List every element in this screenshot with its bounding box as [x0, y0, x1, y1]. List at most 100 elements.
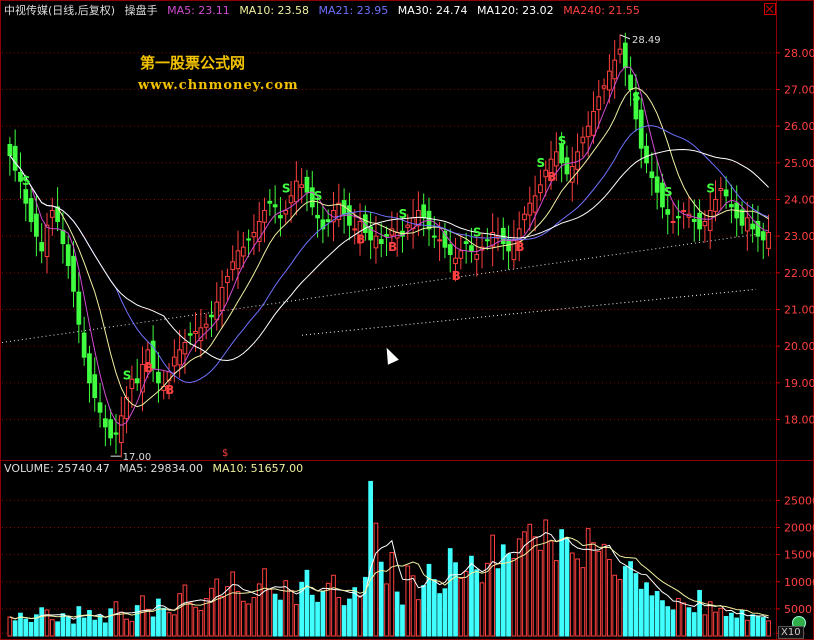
candle	[601, 85, 607, 89]
volume-bar	[723, 615, 729, 637]
annotation-label: 28.49	[632, 35, 661, 46]
sell-signal: S	[123, 369, 132, 383]
volume-bar	[315, 601, 320, 637]
volume-bar	[39, 607, 45, 637]
volume-bar	[12, 620, 18, 637]
candle	[580, 136, 586, 144]
buy-signal: B	[165, 383, 174, 397]
buy-signal: B	[388, 240, 397, 254]
candle	[649, 171, 655, 179]
tool-name: 操盘手	[124, 4, 158, 17]
candle	[283, 210, 289, 215]
price-tick-label: 26.00	[784, 120, 814, 133]
price-tick-label: 27.00	[784, 84, 814, 97]
ma21-label: MA21: 23.95	[318, 4, 389, 17]
volume-bar	[538, 549, 543, 637]
volume-bar	[134, 605, 140, 637]
candle	[431, 235, 437, 238]
candle	[522, 213, 527, 221]
candle	[564, 157, 570, 175]
volume-bar	[7, 616, 13, 637]
candle	[718, 188, 724, 191]
candle	[469, 245, 474, 252]
volume-bar	[267, 588, 273, 637]
volume-bar	[713, 611, 718, 637]
volume-bar	[288, 589, 294, 637]
candle	[60, 229, 66, 244]
price-tick-label: 24.00	[784, 194, 814, 207]
volume-bar	[490, 534, 496, 637]
candle	[739, 209, 745, 226]
volume-bar	[649, 595, 655, 637]
volume-bar	[320, 590, 326, 637]
volume-bar	[389, 551, 395, 637]
volume-bar	[564, 537, 570, 637]
candle	[702, 221, 708, 227]
volume-bar	[479, 582, 485, 637]
candle	[97, 402, 103, 413]
candle	[644, 145, 649, 164]
candle	[315, 214, 320, 219]
volume-bar	[686, 607, 692, 637]
volume-bar	[49, 619, 55, 637]
volume-tick-label: 10000	[784, 576, 814, 589]
volume-tick-label: 20000	[784, 522, 814, 535]
volume-bar	[469, 555, 474, 637]
volume-bar	[431, 579, 437, 637]
volume-tick-label: 5000	[784, 603, 812, 616]
volume-bar	[394, 591, 400, 637]
volume-bar	[177, 593, 182, 637]
volume-bar	[161, 607, 167, 637]
volume-bar	[601, 543, 607, 637]
candle	[134, 378, 140, 384]
candle	[437, 239, 442, 242]
buy-signal: B	[144, 361, 153, 375]
volume-bar	[633, 573, 639, 637]
candle	[240, 246, 246, 257]
candle	[12, 145, 18, 171]
volume-bar	[87, 610, 92, 637]
candle	[617, 48, 623, 55]
price-tick-label: 22.00	[784, 267, 814, 280]
candle	[463, 241, 469, 245]
zoom-x10-button[interactable]: X10	[778, 626, 804, 639]
price-tick-label: 18.00	[784, 414, 814, 427]
volume-bar	[378, 561, 384, 637]
volume-bar	[23, 618, 29, 637]
candle	[453, 257, 458, 265]
volume-bar	[304, 569, 310, 637]
volume-bar	[230, 571, 236, 637]
price-tick-label: 19.00	[784, 377, 814, 390]
candle	[272, 204, 278, 208]
volume-bar	[400, 604, 405, 637]
volume-bar	[219, 595, 225, 637]
ma120-label: MA120: 23.02	[476, 4, 554, 17]
candle	[177, 349, 182, 366]
stock-name: 中视传媒(日线,后复权)	[4, 4, 116, 17]
volume-bar	[755, 615, 761, 637]
candle	[230, 261, 236, 271]
volume-bar	[654, 591, 660, 637]
volume-bar	[553, 560, 559, 637]
volume-bar	[76, 606, 82, 637]
candle	[225, 276, 230, 283]
volume-bar	[665, 606, 671, 637]
volume-bar	[707, 601, 713, 637]
candle	[246, 238, 251, 241]
candle	[485, 239, 490, 242]
close-icon[interactable]	[764, 3, 776, 15]
volume-bar	[405, 565, 411, 637]
ma30-label: MA30: 24.74	[397, 4, 468, 17]
candle	[760, 231, 766, 241]
candle	[384, 234, 389, 237]
volume-bar	[214, 578, 220, 637]
volume-bar	[744, 619, 750, 637]
sell-signal: S	[558, 134, 567, 148]
volume-bar	[256, 583, 262, 637]
sell-signal: S	[473, 226, 482, 240]
candle	[405, 224, 411, 228]
sell-signal: S	[282, 182, 291, 196]
volume-bar	[81, 617, 87, 637]
price-tick-label: 25.00	[784, 157, 814, 170]
ma120-line	[1, 233, 757, 343]
